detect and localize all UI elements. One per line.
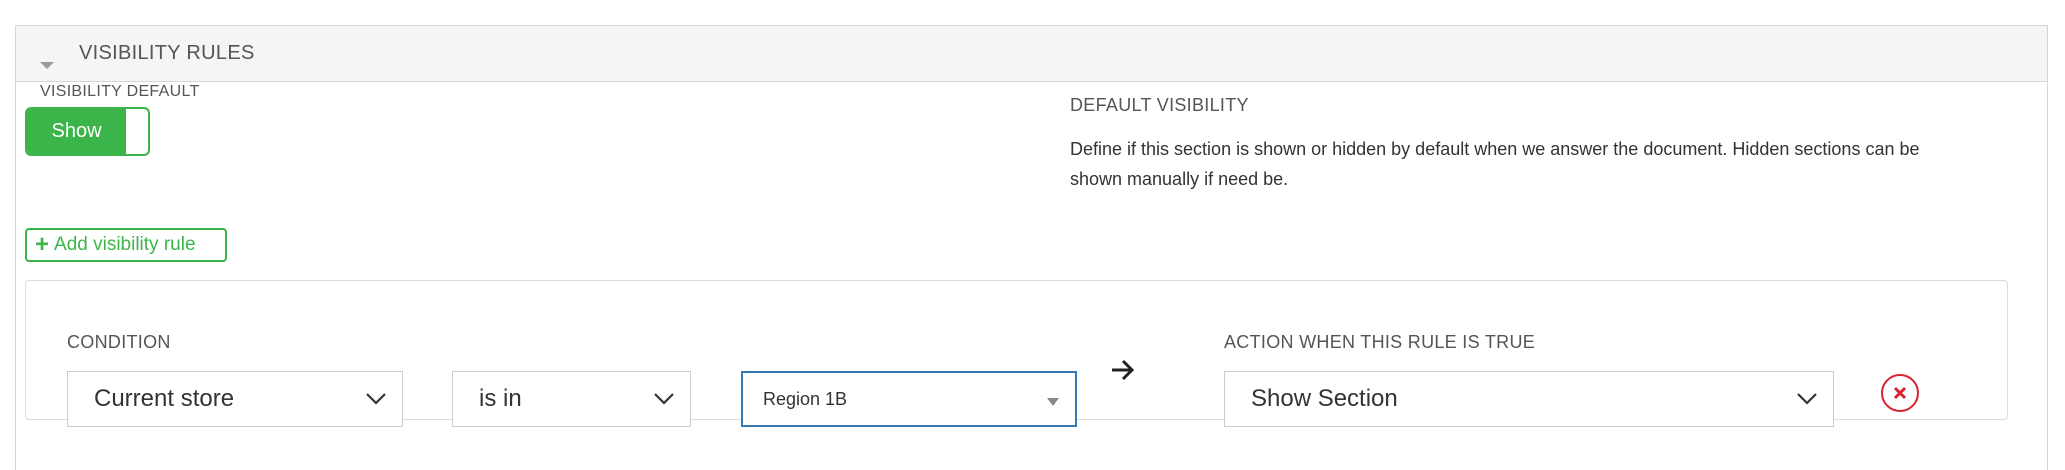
default-visibility-title: DEFAULT VISIBILITY bbox=[1070, 95, 1249, 115]
condition-operator-select[interactable]: is in bbox=[452, 371, 691, 427]
condition-field-value: Current store bbox=[94, 385, 235, 412]
condition-label: CONDITION bbox=[67, 332, 171, 352]
caret-down-icon[interactable] bbox=[40, 62, 54, 69]
chevron-down-icon bbox=[1797, 393, 1817, 405]
plus-icon: + bbox=[35, 231, 50, 258]
default-visibility-description: Define if this section is shown or hidde… bbox=[1070, 139, 1920, 189]
add-visibility-rule-button[interactable]: + Add visibility rule bbox=[25, 228, 227, 262]
condition-operator-value: is in bbox=[479, 385, 522, 412]
condition-value-value: Region 1B bbox=[763, 388, 848, 409]
visibility-default-toggle[interactable]: Show bbox=[25, 107, 150, 156]
toggle-show-label: Show bbox=[27, 109, 126, 154]
condition-field-select[interactable]: Current store bbox=[67, 371, 403, 427]
visibility-default-label: VISIBILITY DEFAULT bbox=[40, 83, 200, 100]
add-visibility-rule-label: Add visibility rule bbox=[54, 234, 196, 255]
remove-rule-button[interactable] bbox=[1881, 374, 1919, 412]
close-icon bbox=[1893, 386, 1907, 400]
action-value: Show Section bbox=[1251, 385, 1398, 412]
dropdown-triangle-icon bbox=[1047, 398, 1059, 406]
action-select[interactable]: Show Section bbox=[1224, 371, 1834, 427]
action-label: ACTION WHEN THIS RULE IS TRUE bbox=[1224, 332, 1536, 352]
panel-header[interactable]: VISIBILITY RULES bbox=[16, 26, 2047, 82]
chevron-down-icon bbox=[366, 393, 386, 405]
panel-title: VISIBILITY RULES bbox=[79, 42, 255, 64]
condition-value-select[interactable]: Region 1B bbox=[741, 371, 1077, 427]
arrow-right-icon bbox=[1112, 359, 1135, 381]
chevron-down-icon bbox=[654, 393, 674, 405]
